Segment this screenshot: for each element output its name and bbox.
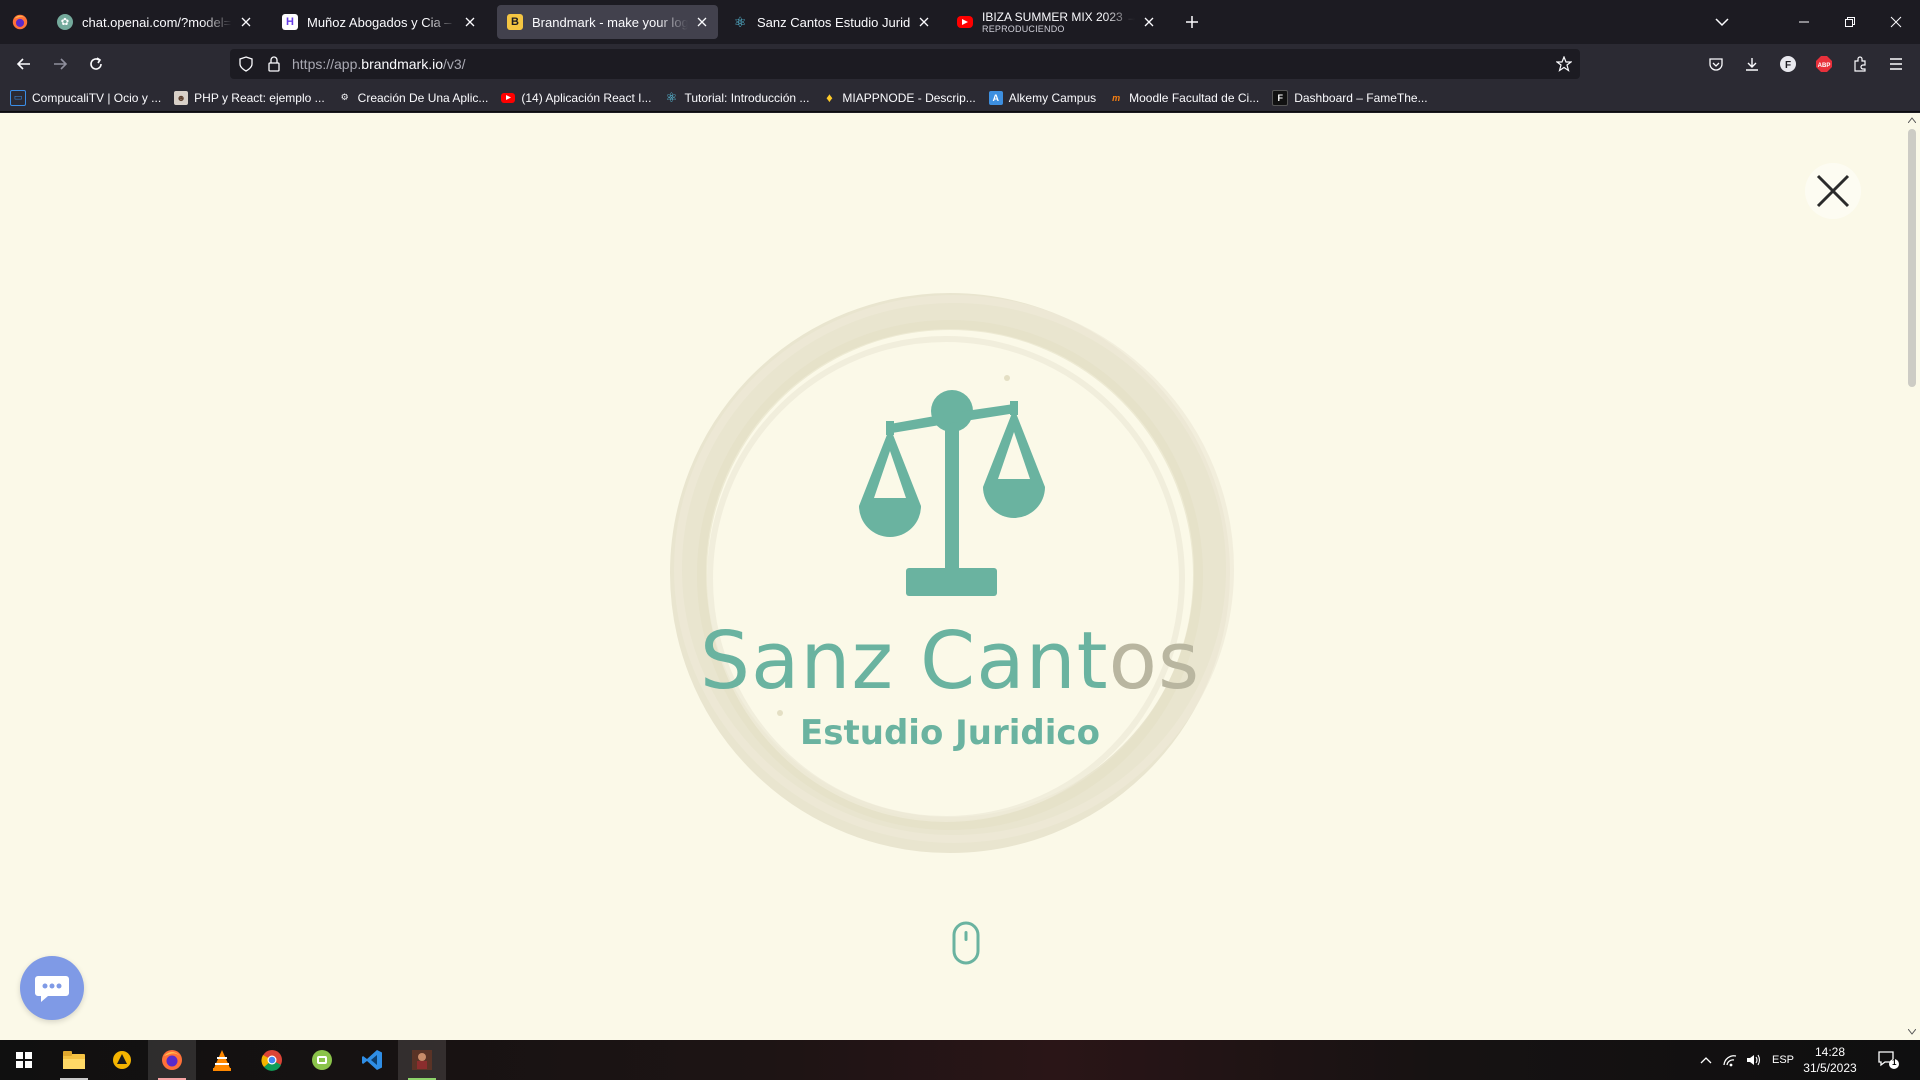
brandmark-icon: B	[507, 14, 523, 30]
tab-munoz-abogados[interactable]: H Muñoz Abogados y Cia – Estudi	[272, 5, 486, 39]
scales-of-justice-icon	[859, 390, 1045, 596]
back-button[interactable]	[10, 50, 38, 78]
scroll-up-arrow-icon[interactable]	[1907, 115, 1917, 125]
game-app-icon[interactable]	[398, 1040, 446, 1080]
notification-center-button[interactable]: 1	[1873, 1040, 1903, 1080]
tab-chatgpt[interactable]: ✿ chat.openai.com/?model=text	[47, 5, 262, 39]
bookmark-moodle[interactable]: m Moodle Facultad de Ci...	[1109, 91, 1259, 105]
input-language-indicator[interactable]: ESP	[1770, 1040, 1796, 1080]
extensions-icon[interactable]	[1849, 53, 1871, 75]
network-icon[interactable]	[1720, 1040, 1740, 1080]
bookmark-miappnode[interactable]: ♦ MIAPPNODE - Descrip...	[822, 90, 976, 105]
close-tab-icon[interactable]	[694, 14, 710, 30]
bookmark-star-icon[interactable]	[1556, 56, 1572, 72]
close-tab-icon[interactable]	[238, 14, 254, 30]
bookmark-compucalitv[interactable]: ▭ CompucaliTV | Ocio y ...	[10, 89, 161, 106]
openai-icon: ✿	[57, 14, 73, 30]
tracking-protection-shield-icon[interactable]	[238, 56, 254, 72]
show-hidden-icons-button[interactable]	[1696, 1040, 1716, 1080]
reload-button[interactable]	[82, 50, 110, 78]
clock-time: 14:28	[1814, 1045, 1846, 1059]
svg-text:ABP: ABP	[1818, 63, 1831, 69]
tab-strip: ✿ chat.openai.com/?model=text H Muñoz Ab…	[0, 0, 1920, 44]
scroll-down-mouse-icon[interactable]	[951, 921, 981, 965]
url-text: https://app.brandmark.io/v3/	[292, 56, 466, 72]
pocket-icon[interactable]	[1705, 53, 1727, 75]
volume-icon[interactable]	[1744, 1040, 1764, 1080]
firefox-logo-icon[interactable]	[0, 0, 40, 44]
react-icon: ⚛	[665, 89, 678, 105]
tab-playing-label: REPRODUCIENDO	[982, 24, 1065, 34]
bookmark-creacion-aplicacion[interactable]: ⚙ Creación De Una Aplic...	[338, 91, 489, 105]
tv-icon: ▭	[10, 89, 26, 106]
close-preview-button[interactable]	[1805, 163, 1861, 219]
tab-brandmark[interactable]: B Brandmark - make your logo in	[497, 5, 718, 39]
lock-icon[interactable]	[266, 56, 282, 72]
vlc-icon[interactable]	[198, 1040, 246, 1080]
tab-title: Muñoz Abogados y Cia – Estudi	[307, 14, 456, 30]
bookmark-tutorial-introduccion[interactable]: ⚛ Tutorial: Introducción ...	[664, 89, 810, 105]
logo-preview: Sanz Cantos Estudio Juridico	[650, 293, 1250, 873]
close-tab-icon[interactable]	[462, 14, 478, 30]
bookmark-php-react[interactable]: ☻ PHP y React: ejemplo ...	[174, 90, 325, 105]
tab-sanz-cantos[interactable]: ⚛ Sanz Cantos Estudio Juridico	[722, 5, 940, 39]
firefox-taskbar-icon[interactable]	[148, 1040, 196, 1080]
moodle-icon: m	[1112, 92, 1121, 103]
avatar-icon: ☻	[174, 90, 189, 105]
logo-brand-name: Sanz Cantos	[650, 615, 1250, 707]
chat-support-button[interactable]	[20, 956, 84, 1020]
close-icon	[1816, 174, 1850, 208]
alkemy-icon: A	[988, 90, 1003, 105]
windows-start-icon[interactable]	[0, 1040, 48, 1080]
gear-icon: ⚙	[340, 92, 349, 102]
navigation-toolbar: https://app.brandmark.io/v3/ F ABP	[0, 44, 1920, 84]
file-explorer-icon[interactable]	[50, 1040, 98, 1080]
tab-title: Brandmark - make your logo in	[532, 14, 688, 30]
bookmark-youtube-react[interactable]: (14) Aplicación React I...	[501, 91, 651, 105]
bookmarks-toolbar: ▭ CompucaliTV | Ocio y ... ☻ PHP y React…	[0, 84, 1920, 112]
downloads-icon[interactable]	[1741, 53, 1763, 75]
hostinger-icon: H	[282, 14, 298, 30]
adblock-plus-icon[interactable]: ABP	[1813, 53, 1835, 75]
famethemes-icon: F	[1272, 89, 1289, 106]
windows-taskbar: ESP 14:28 31/5/2023 1	[0, 1040, 1920, 1080]
brand-name-part1: Sanz Cant	[699, 615, 1109, 707]
minimize-button[interactable]	[1781, 0, 1827, 44]
account-extension-icon[interactable]: F	[1777, 53, 1799, 75]
close-window-button[interactable]	[1873, 0, 1919, 44]
youtube-icon	[501, 92, 516, 103]
new-tab-button[interactable]	[1180, 10, 1204, 34]
restore-button[interactable]	[1827, 0, 1873, 44]
chrome-icon[interactable]	[248, 1040, 296, 1080]
firebase-icon: ♦	[826, 90, 833, 105]
bookmark-alkemy-campus[interactable]: A Alkemy Campus	[988, 90, 1096, 105]
brand-name-part2: os	[1108, 615, 1201, 707]
vscode-icon[interactable]	[348, 1040, 396, 1080]
svg-text:F: F	[1785, 60, 1791, 71]
react-icon: ⚛	[733, 13, 747, 30]
brandmark-page: Sanz Cantos Estudio Juridico	[0, 113, 1904, 1040]
clock-date: 31/5/2023	[1803, 1061, 1857, 1075]
taskbar-clock[interactable]: 14:28 31/5/2023	[1798, 1044, 1862, 1076]
close-tab-icon[interactable]	[1141, 14, 1157, 30]
autoplay-app-icon[interactable]	[98, 1040, 146, 1080]
bookmark-famethemes[interactable]: F Dashboard – FameThe...	[1272, 89, 1428, 106]
android-studio-icon[interactable]	[298, 1040, 346, 1080]
page-scrollbar[interactable]	[1904, 113, 1920, 1040]
tab-title: IBIZA SUMMER MIX 2023 → Dul	[982, 10, 1135, 24]
youtube-icon	[957, 16, 973, 28]
close-tab-icon[interactable]	[916, 14, 932, 30]
forward-button[interactable]	[46, 50, 74, 78]
tab-title: Sanz Cantos Estudio Juridico	[757, 14, 910, 30]
tab-ibiza-mix[interactable]: IBIZA SUMMER MIX 2023 → Dul REPRODUCIEND…	[947, 5, 1165, 39]
scrollbar-thumb[interactable]	[1908, 129, 1916, 387]
address-bar[interactable]: https://app.brandmark.io/v3/	[230, 49, 1580, 79]
list-all-tabs-button[interactable]	[1710, 10, 1734, 34]
tab-title: chat.openai.com/?model=text	[82, 14, 232, 30]
notification-count: 1	[1892, 1058, 1897, 1067]
chat-bubble-icon	[35, 976, 69, 1002]
menu-icon[interactable]	[1885, 53, 1907, 75]
scroll-down-arrow-icon[interactable]	[1907, 1027, 1917, 1037]
logo-slogan: Estudio Juridico	[800, 713, 1100, 753]
